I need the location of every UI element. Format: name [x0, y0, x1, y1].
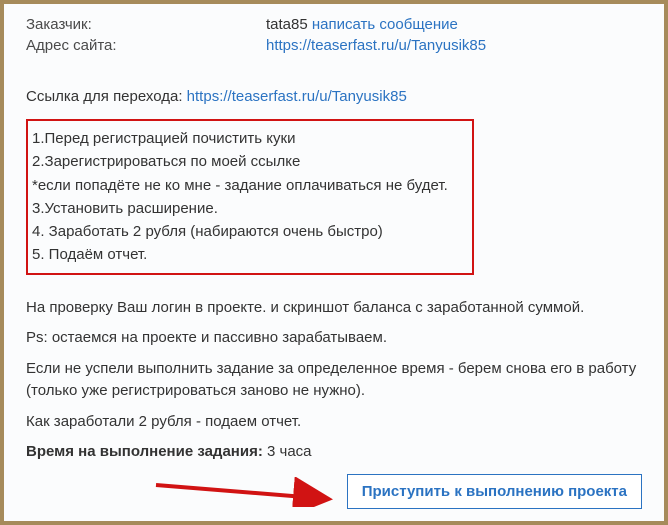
note-p4: Как заработали 2 рубля - подаем отчет. — [26, 411, 642, 434]
site-label: Адрес сайта: — [26, 37, 266, 54]
transition-label: Ссылка для перехода: — [26, 88, 187, 105]
customer-row: Заказчик: tata85 написать сообщение — [26, 16, 642, 33]
step-line: 1.Перед регистрацией почистить куки — [32, 127, 464, 150]
time-label: Время на выполнение задания: — [26, 443, 263, 460]
steps-box: 1.Перед регистрацией почистить куки 2.За… — [26, 119, 474, 275]
customer-name: tata85 — [266, 16, 308, 33]
step-line: *если попадёте не ко мне - задание оплач… — [32, 174, 464, 197]
note-p3: Если не успели выполнить задание за опре… — [26, 358, 642, 403]
step-line: 2.Зарегистрироваться по моей ссылке — [32, 150, 464, 173]
task-panel: Заказчик: tata85 написать сообщение Адре… — [4, 4, 664, 521]
note-p2: Ps: остаемся на проекте и пассивно зараб… — [26, 327, 642, 350]
start-project-button[interactable]: Приступить к выполнению проекта — [347, 474, 642, 509]
transition-line: Ссылка для перехода: https://teaserfast.… — [26, 88, 642, 105]
time-line: Время на выполнение задания: 3 часа — [26, 441, 642, 464]
site-url-link[interactable]: https://teaserfast.ru/u/Tanyusik85 — [266, 37, 486, 54]
step-line: 5. Подаём отчет. — [32, 243, 464, 266]
task-body: Ссылка для перехода: https://teaserfast.… — [26, 88, 642, 464]
step-line: 3.Установить расширение. — [32, 197, 464, 220]
site-row: Адрес сайта: https://teaserfast.ru/u/Tan… — [26, 37, 642, 54]
write-message-link[interactable]: написать сообщение — [312, 16, 458, 33]
note-p1: На проверку Ваш логин в проекте. и скрин… — [26, 297, 642, 320]
arrow-icon — [151, 477, 341, 507]
transition-url-link[interactable]: https://teaserfast.ru/u/Tanyusik85 — [187, 88, 407, 105]
time-value: 3 часа — [263, 443, 312, 460]
customer-value-wrap: tata85 написать сообщение — [266, 16, 458, 33]
customer-label: Заказчик: — [26, 16, 266, 33]
step-line: 4. Заработать 2 рубля (набираются очень … — [32, 220, 464, 243]
action-row: Приступить к выполнению проекта — [26, 474, 642, 509]
